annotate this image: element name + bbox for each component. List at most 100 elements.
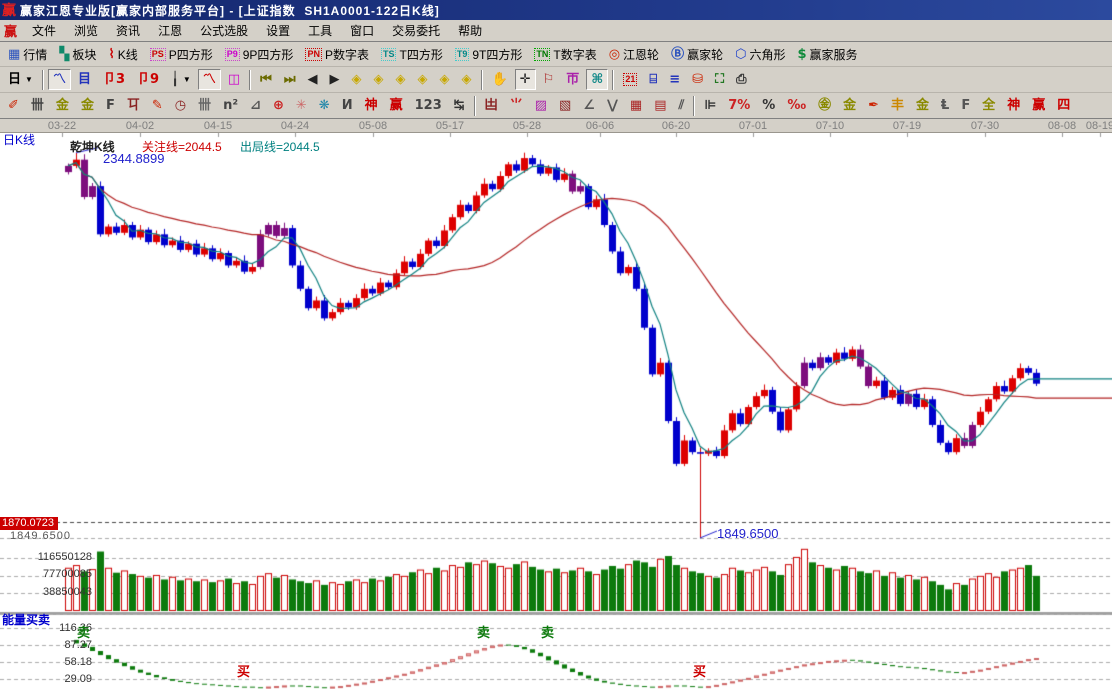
tool-gold-grid-2-button[interactable]: 金 [76,95,99,116]
tool-time-circle-button[interactable]: ◷ [170,95,191,116]
tool-diamond-right-button[interactable]: ◈ [369,69,389,90]
tool-page-right-button[interactable]: ▶ [325,69,345,90]
tool-page-left-button[interactable]: ◀ [303,69,323,90]
tool-grid-123-button[interactable]: 123 [410,95,447,116]
tool-angle-measure-button[interactable]: ⚐ [538,69,560,90]
tool-spider-web-button[interactable]: ❋ [314,95,335,116]
tool-f-angle-button[interactable]: F [956,95,975,116]
tool-shen-grid-button[interactable]: 神 [360,95,383,116]
tool-sectors-button[interactable]: ▚ 板块 [54,44,101,65]
menu-item-帮助[interactable]: 帮助 [449,22,491,40]
tool-candle-style-dropdown-button[interactable]: ╽ ▼ [166,69,196,90]
tool-pen-levels-button[interactable]: ✒ [863,95,884,116]
tool-jump-first-button[interactable]: ⏮ [255,69,277,90]
tool-save-button[interactable]: ⛁ [687,69,708,90]
tool-gann-box-button[interactable]: 凷 [480,95,503,116]
tool-grid-box-2-button[interactable]: ▤ [649,95,671,116]
tool-winner-wheel-button[interactable]: Ⓑ 赢家轮 [666,44,728,65]
menu-item-公式选股[interactable]: 公式选股 [191,22,257,40]
tool-ladder-3-button[interactable]: 卩3 [98,69,130,90]
tool-p-number-table-button[interactable]: PN P数字表 [300,44,374,65]
menu-item-资讯[interactable]: 资讯 [107,22,149,40]
tool-quan-angle-button[interactable]: 全 [977,95,1000,116]
menu-item-设置[interactable]: 设置 [257,22,299,40]
tool-zigzag-button[interactable]: ⋁ [602,95,623,116]
tool-red-pattern-toggle-button[interactable]: 〽 [197,69,221,90]
tool-diamond-center-button[interactable]: ◈ [435,69,455,90]
tool-diamond-expand-h-button[interactable]: ◈ [391,69,411,90]
tool-percent-button[interactable]: % [757,95,780,116]
menu-item-交易委托[interactable]: 交易委托 [383,22,449,40]
dropdown-arrow-icon[interactable]: ▼ [25,75,33,84]
tool-box-magenta-button[interactable]: ▨ [530,95,552,116]
tool-quotes-button[interactable]: ▦ 行情 [3,44,52,65]
tool-p-square-button[interactable]: PS P四方形 [145,44,218,65]
tool-hash-gold-button[interactable]: 丰 [886,95,909,116]
menu-item-浏览[interactable]: 浏览 [65,22,107,40]
tool-calculator-button[interactable]: ⌸ [644,69,662,90]
menu-item-江恩[interactable]: 江恩 [149,22,191,40]
menu-item-工具[interactable]: 工具 [299,22,341,40]
tool-ladder-9-button[interactable]: 卩9 [132,69,164,90]
tool-box-fan-button[interactable]: ▧ [554,95,576,116]
tool-j-angle-button[interactable]: Ⱡ [936,95,954,116]
tool-price-levels-button[interactable]: ⊫ [699,95,721,116]
tool-diamond-compress-button[interactable]: ◈ [413,69,433,90]
dropdown-arrow-icon[interactable]: ▼ [183,75,191,84]
tool-pan-hand-button[interactable]: ✋ [487,69,513,90]
tool-grid-box-1-button[interactable]: ▦ [625,95,647,116]
date-tick-06-20: 06-20 [661,120,691,132]
tool-compass-button[interactable]: ⊕ [268,95,289,116]
tool-kline-button[interactable]: ⌇ K线 [103,44,142,65]
kline-chart-canvas[interactable] [0,133,1112,689]
tool-span-arrows-button[interactable]: ↹ [449,95,470,116]
tool-draw-pen-button[interactable]: ✎ [147,95,168,116]
tool-draw-brush-button[interactable]: ✐ [3,95,24,116]
tool-n2-grid-button[interactable]: n² [218,95,243,116]
tool-star-burst-button[interactable]: ✳ [291,95,312,116]
tool-qiankun-pattern-toggle-button[interactable]: 〽 [47,69,71,90]
tool-cycle-tool-button[interactable]: ⌘ [586,69,609,90]
tool-bow-grid-button[interactable]: 㔿 [122,95,145,116]
tool-four-angle-button[interactable]: 四 [1052,95,1075,116]
tool-n-wave-button[interactable]: И [337,95,358,116]
tool-shen-angle-button[interactable]: 神 [1002,95,1025,116]
tool-trend-angle-button[interactable]: ∠ [578,95,600,116]
menu-item-窗口[interactable]: 窗口 [341,22,383,40]
tool-mark-tool-button[interactable]: 帀 [561,69,584,90]
tool-gold-lines-button[interactable]: 金 [838,95,861,116]
tool-win-angle-button[interactable]: 赢 [1027,95,1050,116]
tool-gold-grid-1-button[interactable]: 金 [51,95,74,116]
tool-9p-square-button[interactable]: P9 9P四方形 [220,44,299,65]
tool-diamond-expand-all-button[interactable]: ◈ [457,69,477,90]
tool-f-grid-button[interactable]: F [101,95,120,116]
tool-percent-line-button[interactable]: ‰ [782,95,811,116]
tool-jump-last-button[interactable]: ⏭ [279,69,301,90]
tool-profile-chart-button[interactable]: ◫ [223,69,245,90]
tool-angle-a-button[interactable]: ⊿ [245,95,266,116]
tool-diamond-left-button[interactable]: ◈ [347,69,367,90]
tool-t-square-button[interactable]: TS T四方形 [376,44,448,65]
tool-win-grid-button[interactable]: 赢 [385,95,408,116]
tool-print-button[interactable]: ⎙ [731,69,751,90]
tool-notes-button[interactable]: ≡ [664,69,685,90]
tool-period-day-dropdown-button[interactable]: 日 ▼ [3,69,38,90]
tool-9t-square-button[interactable]: T9 9T四方形 [450,44,528,65]
tool-parallel-lines-button[interactable]: ⫽ [674,95,690,116]
tool-t-number-table-button[interactable]: TN T数字表 [529,44,601,65]
tool-gold-angle-button[interactable]: 金 [911,95,934,116]
menu-item-文件[interactable]: 文件 [23,22,65,40]
tool-info-panel-button[interactable]: 目 [73,69,96,90]
tool-crosshair-button[interactable]: ✛ [514,69,536,90]
child-window-icon[interactable]: 赢 [2,21,23,40]
tool-percent-7-button[interactable]: 7% [723,95,755,116]
tool-gann-grid-button[interactable]: 卌 [26,95,49,116]
tool-export-image-button[interactable]: ⛶ [710,69,729,90]
tool-gann-wheel-button[interactable]: ◎ 江恩轮 [604,44,664,65]
tool-winner-service-button[interactable]: $ 赢家服务 [792,44,862,65]
tool-plain-grid-button[interactable]: 卌 [193,95,216,116]
tool-fan-lines-button[interactable]: ⺌ [505,95,528,116]
tool-calendar-21-button[interactable]: 21 [618,69,642,90]
tool-gold-circle-button[interactable]: ㊎ [813,95,836,116]
tool-hexagon-button[interactable]: ⬡ 六角形 [730,44,790,65]
